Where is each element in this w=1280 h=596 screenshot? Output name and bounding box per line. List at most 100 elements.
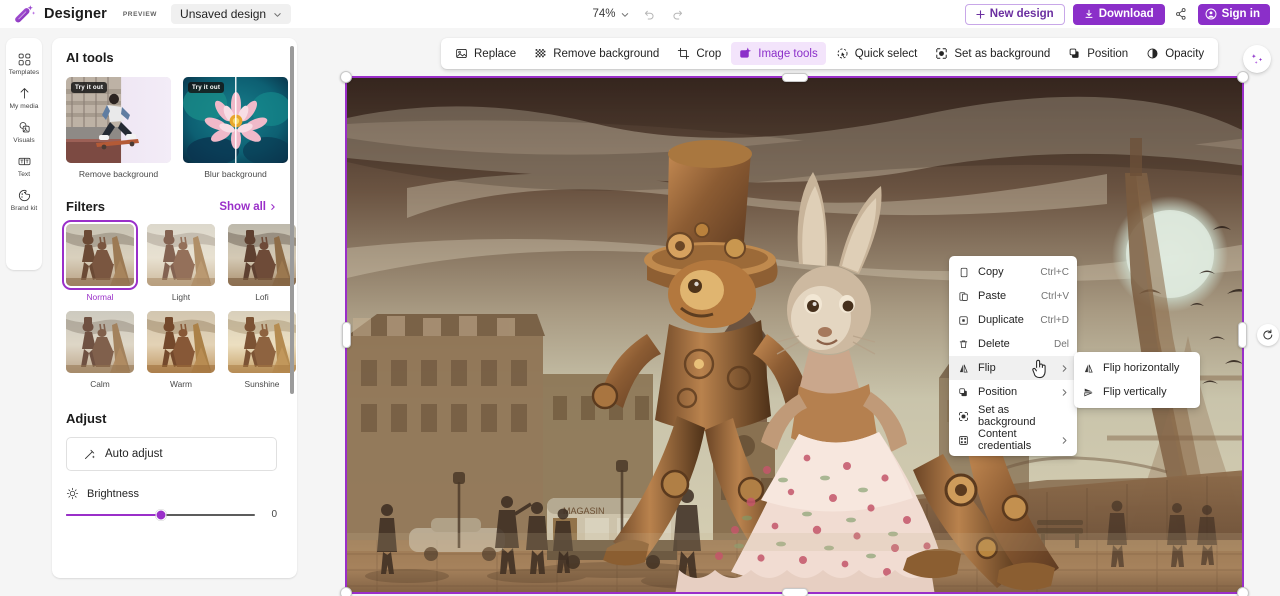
context-menu-item-delete[interactable]: Delete Del bbox=[949, 332, 1077, 356]
download-icon bbox=[1085, 9, 1093, 18]
toolbar-item-set-as-background[interactable]: Set as background bbox=[927, 42, 1058, 65]
brightness-slider[interactable]: 0 bbox=[66, 509, 277, 520]
filter-option-sunshine[interactable]: Sunshine bbox=[228, 311, 296, 389]
filter-thumbnail bbox=[228, 224, 296, 286]
sign-in-button[interactable]: Sign in bbox=[1197, 3, 1270, 25]
remove-bg-icon bbox=[535, 49, 546, 58]
magic-assist-button[interactable] bbox=[1243, 45, 1271, 73]
preview-badge: PREVIEW bbox=[122, 10, 158, 18]
flip-icon bbox=[957, 363, 970, 374]
context-menu-item-copy[interactable]: Copy Ctrl+C bbox=[949, 260, 1077, 284]
resize-handle-bottom-left[interactable] bbox=[340, 587, 352, 596]
share-link-button[interactable] bbox=[1173, 6, 1190, 23]
toolbar-item-crop[interactable]: Crop bbox=[669, 42, 729, 65]
ai-tool-caption: Remove background bbox=[78, 169, 159, 179]
context-menu-item-position[interactable]: Position bbox=[949, 380, 1077, 404]
context-menu-item-label: Set as background bbox=[978, 404, 1036, 428]
auto-adjust-button[interactable]: Auto adjust bbox=[66, 437, 277, 471]
resize-handle-right[interactable] bbox=[1238, 322, 1247, 348]
redo-icon bbox=[673, 10, 682, 19]
filter-preview-image bbox=[66, 311, 134, 373]
context-menu-item-paste[interactable]: Paste Ctrl+V bbox=[949, 284, 1077, 308]
position-icon bbox=[1069, 48, 1079, 58]
image-selection-frame[interactable]: MAGASIN bbox=[340, 71, 1279, 596]
context-menu-item-duplicate[interactable]: Duplicate Ctrl+D bbox=[949, 308, 1077, 332]
new-design-label: New design bbox=[989, 8, 1054, 20]
filters-show-all-button[interactable]: Show all bbox=[219, 201, 277, 213]
show-all-label: Show all bbox=[219, 200, 266, 213]
panel-scrollbar[interactable] bbox=[290, 46, 294, 566]
document-title-dropdown[interactable]: Unsaved design bbox=[171, 4, 292, 24]
sidebar-item-my-media[interactable]: My media bbox=[6, 81, 42, 114]
sidebar-item-text[interactable]: Text bbox=[6, 149, 42, 182]
slider-track[interactable] bbox=[66, 509, 255, 520]
filter-option-normal[interactable]: Normal bbox=[62, 220, 138, 302]
filter-thumbnail bbox=[228, 311, 296, 373]
filter-thumbnail bbox=[147, 311, 215, 373]
resize-handle-top[interactable] bbox=[781, 73, 808, 82]
resize-handle-top-right[interactable] bbox=[1237, 71, 1249, 83]
resize-handle-bottom[interactable] bbox=[781, 588, 808, 596]
toolbar-item-remove-background[interactable]: Remove background bbox=[526, 42, 667, 65]
visuals-icon bbox=[19, 122, 30, 133]
sign-in-label: Sign in bbox=[1221, 8, 1260, 20]
filter-label: Sunshine bbox=[244, 379, 280, 389]
chevron-right-icon bbox=[1062, 364, 1067, 372]
ai-tool-caption: Blur background bbox=[204, 169, 267, 179]
canvas-area[interactable]: Replace Remove background Crop Image too… bbox=[305, 28, 1280, 596]
brightness-label-row: Brightness bbox=[66, 487, 277, 500]
filter-option-warm[interactable]: Warm bbox=[147, 311, 215, 389]
submenu-item-label: Flip horizontally bbox=[1103, 362, 1180, 374]
filter-option-light[interactable]: Light bbox=[147, 224, 215, 302]
redo-button[interactable] bbox=[668, 4, 688, 24]
chevron-down-icon bbox=[274, 12, 281, 17]
canvas-artwork[interactable]: MAGASIN bbox=[347, 78, 1242, 592]
toolbar-item-position[interactable]: Position bbox=[1060, 42, 1136, 65]
sidebar-item-label: Visuals bbox=[13, 137, 35, 144]
upload-icon bbox=[20, 88, 28, 99]
sidebar-item-visuals[interactable]: Visuals bbox=[6, 115, 42, 148]
toolbar-item-opacity[interactable]: Opacity bbox=[1138, 42, 1212, 65]
auto-adjust-label: Auto adjust bbox=[105, 448, 163, 460]
app-name: Designer bbox=[44, 6, 107, 22]
filter-option-lofi[interactable]: Lofi bbox=[228, 224, 296, 302]
try-it-out-badge: Try it out bbox=[188, 82, 225, 93]
filter-thumbnail bbox=[66, 311, 134, 373]
ai-tool-blur-background[interactable]: Try it out Blur background bbox=[183, 77, 288, 179]
templates-icon bbox=[18, 53, 30, 66]
ai-tool-remove-background[interactable]: Try it out Remove background bbox=[66, 77, 171, 179]
undo-icon bbox=[644, 10, 653, 19]
filter-option-calm[interactable]: Calm bbox=[66, 311, 134, 389]
toolbar-item-replace[interactable]: Replace bbox=[447, 42, 524, 65]
resize-handle-left[interactable] bbox=[342, 322, 351, 348]
toolbar-item-label: Image tools bbox=[758, 47, 818, 60]
filter-preview-image bbox=[228, 224, 296, 286]
submenu-item-flip-horizontally[interactable]: Flip horizontally bbox=[1074, 356, 1200, 380]
zoom-control[interactable]: 74% bbox=[592, 8, 629, 20]
left-rail: Templates My media Visuals Text Brand ki… bbox=[6, 38, 42, 270]
sidebar-item-brand-kit[interactable]: Brand kit bbox=[6, 183, 42, 216]
slider-thumb[interactable] bbox=[155, 509, 166, 520]
crop-icon bbox=[678, 47, 690, 60]
context-menu-item-flip[interactable]: Flip bbox=[949, 356, 1077, 380]
filter-preview-image bbox=[147, 224, 215, 286]
designer-app: Designer PREVIEW Unsaved design 74% New … bbox=[0, 0, 1280, 596]
new-design-button[interactable]: New design bbox=[964, 3, 1065, 25]
context-menu-item-shortcut: Del bbox=[1053, 338, 1069, 350]
download-button[interactable]: Download bbox=[1072, 3, 1165, 25]
toolbar-item-image-tools[interactable]: Image tools bbox=[731, 42, 826, 65]
context-menu-item-content-credentials[interactable]: Content credentials bbox=[949, 428, 1077, 452]
filters-header: Filters Show all bbox=[66, 199, 277, 214]
resize-handle-top-left[interactable] bbox=[340, 71, 352, 83]
undo-button[interactable] bbox=[639, 4, 659, 24]
chevron-right-icon bbox=[1062, 388, 1067, 396]
panel-scrollbar-thumb[interactable] bbox=[290, 46, 294, 394]
auto-adjust-icon bbox=[84, 449, 95, 459]
resize-handle-bottom-right[interactable] bbox=[1237, 587, 1249, 596]
toolbar-item-quick-select[interactable]: Quick select bbox=[828, 42, 926, 65]
brand-kit-icon bbox=[18, 189, 30, 202]
sidebar-item-templates[interactable]: Templates bbox=[6, 47, 42, 80]
submenu-item-flip-vertically[interactable]: Flip vertically bbox=[1074, 380, 1200, 404]
rotate-handle[interactable] bbox=[1257, 324, 1279, 346]
context-menu-item-set-as-background[interactable]: Set as background bbox=[949, 404, 1077, 428]
